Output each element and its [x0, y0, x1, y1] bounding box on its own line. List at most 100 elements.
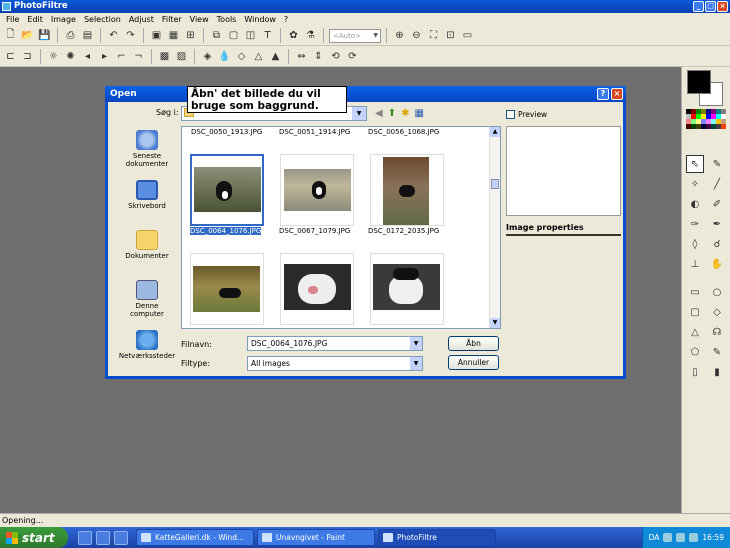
view-menu-icon[interactable]: ▦	[414, 108, 423, 119]
file-thumbnail-selected[interactable]	[190, 154, 264, 226]
rotate-left-icon[interactable]: ⟲	[328, 49, 343, 64]
scroll-down-icon[interactable]: ▼	[490, 318, 500, 328]
open-button[interactable]: Åbn	[448, 336, 499, 351]
file-label[interactable]: DSC_0050_1913.JPG	[191, 128, 262, 136]
clone-stamp-tool-icon[interactable]: ⊥	[686, 255, 704, 273]
chevron-down-icon[interactable]: ▼	[352, 107, 366, 120]
brush-tool-icon[interactable]: ✑	[686, 215, 704, 233]
internet-explorer-icon[interactable]	[96, 530, 110, 545]
line-select-icon[interactable]: ▯	[686, 363, 704, 381]
column-select-icon[interactable]: ▮	[708, 363, 726, 381]
rotate-right-icon[interactable]: ⟳	[345, 49, 360, 64]
gamma-up-icon[interactable]: ⌐	[114, 49, 129, 64]
diamond-select-icon[interactable]: ◇	[708, 303, 726, 321]
file-thumbnail[interactable]	[370, 154, 444, 226]
brightness-icon[interactable]: ☼	[46, 49, 61, 64]
edit-select-icon[interactable]: ✎	[708, 343, 726, 361]
fill-tool-icon[interactable]: ◐	[686, 195, 704, 213]
taskbar-item-photofiltre[interactable]: PhotoFiltre	[378, 529, 496, 546]
filetype-select[interactable]: All images ▼	[247, 356, 423, 371]
file-label[interactable]: DSC_0067_1079.JPG	[279, 227, 350, 235]
scroll-thumb[interactable]	[491, 179, 499, 189]
copy-icon[interactable]: ⧉	[209, 28, 224, 43]
open-folder-icon[interactable]: 📂	[20, 28, 35, 43]
layer-icon[interactable]: ◫	[243, 28, 258, 43]
close-button[interactable]: ×	[717, 1, 728, 12]
file-thumbnail[interactable]	[190, 253, 264, 325]
contrast-icon[interactable]: ✺	[63, 49, 78, 64]
sepia-icon[interactable]: ▨	[174, 49, 189, 64]
menu-file[interactable]: File	[2, 13, 23, 26]
menu-filter[interactable]: Filter	[158, 13, 186, 26]
menu-tools[interactable]: Tools	[213, 13, 241, 26]
triangle-select-icon[interactable]: △	[686, 323, 704, 341]
new-folder-icon[interactable]: ✱	[401, 108, 409, 119]
grayscale-icon[interactable]: ▩	[157, 49, 172, 64]
undo-icon[interactable]: ↶	[106, 28, 121, 43]
blur-tool-icon[interactable]: ◊	[686, 235, 704, 253]
place-network[interactable]: Netværkssteder	[118, 326, 176, 376]
foreground-color-swatch[interactable]	[687, 70, 711, 94]
fit-window-icon[interactable]: ⊡	[443, 28, 458, 43]
actual-size-icon[interactable]: ⛶	[426, 28, 441, 43]
redo-icon[interactable]: ↷	[123, 28, 138, 43]
polygon-select-icon[interactable]: ⬠	[686, 343, 704, 361]
file-list-scrollbar[interactable]: ▲ ▼	[489, 127, 500, 328]
pointer-tool-icon[interactable]: ⇖	[686, 155, 704, 173]
minimize-button[interactable]: _	[693, 1, 704, 12]
crop-icon[interactable]: ⊞	[183, 28, 198, 43]
image-size-icon[interactable]: ▣	[149, 28, 164, 43]
up-folder-icon[interactable]: ⬆	[388, 108, 396, 119]
magic-wand-tool-icon[interactable]: ✧	[686, 175, 704, 193]
menu-image[interactable]: Image	[47, 13, 80, 26]
file-label[interactable]: DSC_0056_1068.JPG	[368, 128, 439, 136]
water-drop-icon[interactable]: 💧	[217, 49, 232, 64]
chevron-down-icon[interactable]: ▼	[410, 337, 422, 350]
show-desktop-icon[interactable]	[78, 530, 92, 545]
file-thumbnail[interactable]	[280, 253, 354, 325]
save-icon[interactable]: 💾	[37, 28, 52, 43]
maximize-button[interactable]: □	[705, 1, 716, 12]
file-label-selected[interactable]: DSC_0064_1076.JPG	[190, 227, 262, 235]
triangle-sharpen-icon[interactable]: △	[251, 49, 266, 64]
taskbar-item-kattegalleri[interactable]: KatteGalleri.dk - Wind...	[136, 529, 254, 546]
paste-icon[interactable]: ▢	[226, 28, 241, 43]
back-icon[interactable]: ◀	[375, 108, 383, 119]
scanner-icon[interactable]: ▤	[80, 28, 95, 43]
file-label[interactable]: DSC_0051_1914.JPG	[279, 128, 350, 136]
filename-field[interactable]: DSC_0064_1076.JPG ▼	[247, 336, 423, 351]
rounded-rect-select-icon[interactable]: ▢	[686, 303, 704, 321]
print-icon[interactable]: ⎙	[63, 28, 78, 43]
zoom-out-icon[interactable]: ⊖	[409, 28, 424, 43]
cancel-button[interactable]: Annuller	[448, 355, 499, 370]
blur-icon[interactable]: ◈	[200, 49, 215, 64]
volume-icon[interactable]	[676, 533, 686, 542]
checkbox-box[interactable]	[506, 110, 515, 119]
zoom-in-icon[interactable]: ⊕	[392, 28, 407, 43]
menu-view[interactable]: View	[186, 13, 213, 26]
menu-selection[interactable]: Selection	[80, 13, 125, 26]
smudge-tool-icon[interactable]: ☌	[708, 235, 726, 253]
triangle-blur-icon[interactable]: ▲	[268, 49, 283, 64]
plugin-icon[interactable]: ✿	[286, 28, 301, 43]
start-button[interactable]: start	[0, 527, 68, 548]
place-desktop[interactable]: Skrivebord	[118, 176, 176, 226]
flip-horizontal-icon[interactable]: ⇔	[294, 49, 309, 64]
rectangle-select-icon[interactable]: ▭	[686, 283, 704, 301]
file-thumbnail[interactable]	[370, 253, 444, 325]
preview-checkbox[interactable]: Preview	[506, 110, 547, 119]
place-computer[interactable]: Denne computer	[118, 276, 176, 326]
zoom-combo[interactable]: <Auto>	[329, 28, 381, 43]
network-icon[interactable]	[663, 533, 673, 542]
full-screen-icon[interactable]: ▭	[460, 28, 475, 43]
color-palette[interactable]	[686, 109, 726, 129]
scroll-up-icon[interactable]: ▲	[490, 127, 500, 137]
place-documents[interactable]: Dokumenter	[118, 226, 176, 276]
text-icon[interactable]: T	[260, 28, 275, 43]
flip-vertical-icon[interactable]: ⇕	[311, 49, 326, 64]
menu-adjust[interactable]: Adjust	[125, 13, 158, 26]
security-icon[interactable]	[689, 533, 699, 542]
taskbar-item-paint[interactable]: Unavngivet - Paint	[257, 529, 375, 546]
canvas-size-icon[interactable]: ▦	[166, 28, 181, 43]
eyedropper-tool-icon[interactable]: ✎	[708, 155, 726, 173]
